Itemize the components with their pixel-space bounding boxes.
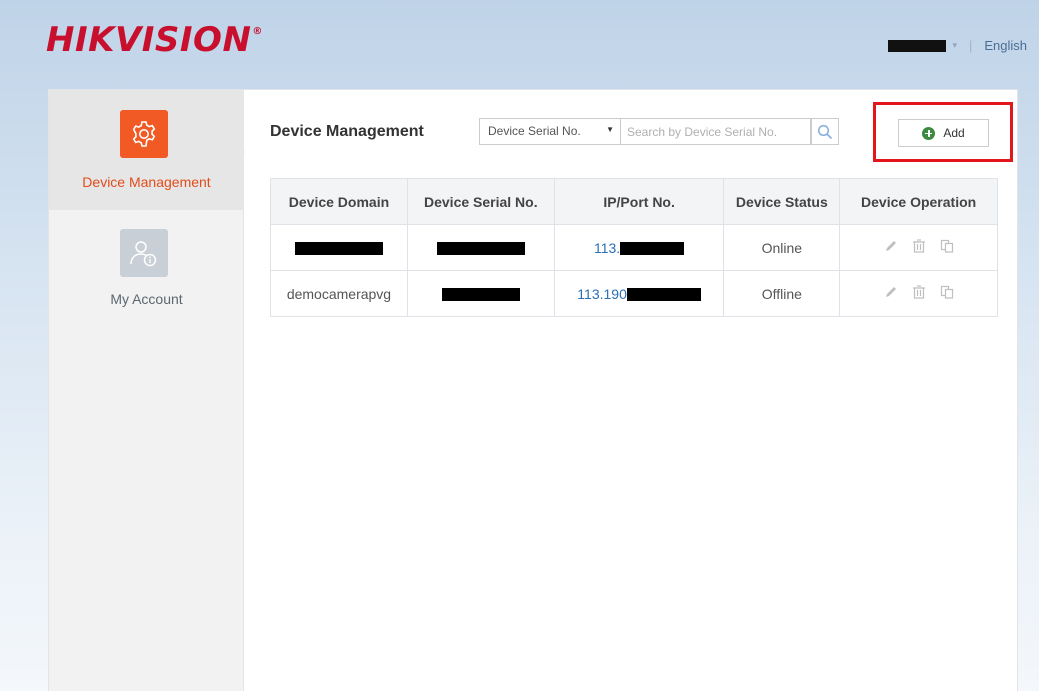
user-menu-caret-icon[interactable]: ▾ bbox=[952, 40, 957, 51]
delete-icon[interactable] bbox=[912, 285, 926, 299]
ip-link[interactable]: 113.190 bbox=[577, 286, 627, 302]
device-status-cell: Online bbox=[723, 224, 841, 271]
ip-port-cell[interactable]: 113. bbox=[553, 224, 725, 271]
column-header: IP/Port No. bbox=[553, 178, 725, 225]
language-switch[interactable]: English bbox=[984, 38, 1027, 53]
copy-icon[interactable] bbox=[940, 285, 954, 299]
divider: | bbox=[968, 38, 973, 53]
device-table: Device Domain Device Serial No. IP/Port … bbox=[270, 178, 998, 317]
column-header: Device Domain bbox=[270, 178, 408, 225]
add-device-button[interactable]: Add bbox=[898, 119, 989, 147]
ip-link[interactable]: 113. bbox=[594, 240, 620, 256]
sidebar-item-my-account[interactable]: My Account bbox=[49, 210, 244, 330]
column-header: Device Serial No. bbox=[406, 178, 555, 225]
add-button-label: Add bbox=[943, 126, 965, 140]
delete-icon[interactable] bbox=[912, 239, 926, 253]
redacted-text bbox=[626, 288, 701, 302]
device-operation-cell bbox=[839, 270, 998, 317]
content-area: Device Management Device Serial No. ▼ Ad… bbox=[270, 90, 1013, 690]
search-icon bbox=[817, 124, 833, 139]
device-serial-cell bbox=[406, 224, 555, 271]
redacted-text bbox=[441, 288, 520, 302]
plus-circle-icon bbox=[922, 126, 936, 140]
device-serial-cell bbox=[406, 270, 555, 317]
column-header: Device Status bbox=[723, 178, 841, 225]
edit-icon[interactable] bbox=[884, 239, 898, 253]
logo-text: HIKVISION bbox=[46, 20, 252, 60]
ip-port-cell[interactable]: 113.190 bbox=[553, 270, 725, 317]
main-panel: Device Management My Account Device Mana… bbox=[48, 89, 1018, 691]
device-domain-cell: democamerapvg bbox=[270, 270, 408, 317]
sidebar: Device Management My Account bbox=[49, 90, 245, 691]
redacted-text bbox=[620, 242, 685, 256]
edit-icon[interactable] bbox=[884, 285, 898, 299]
user-area: ▾ | English bbox=[888, 38, 1027, 53]
account-icon bbox=[120, 229, 168, 277]
filter-select-value: Device Serial No. bbox=[488, 124, 581, 138]
device-operation-cell bbox=[839, 224, 998, 271]
dropdown-arrow-icon: ▼ bbox=[606, 125, 614, 134]
page-title: Device Management bbox=[270, 123, 424, 140]
registered-mark: ® bbox=[252, 26, 263, 37]
search-input[interactable] bbox=[621, 118, 811, 145]
table-row: 113. Online bbox=[270, 224, 998, 271]
table-row: democamerapvg 113.190 Offline bbox=[270, 270, 998, 317]
filter-field-select[interactable]: Device Serial No. ▼ bbox=[479, 118, 621, 145]
active-indicator bbox=[235, 142, 245, 162]
gear-icon bbox=[120, 110, 168, 158]
redacted-text bbox=[294, 242, 383, 256]
device-status-cell: Offline bbox=[723, 270, 841, 317]
sidebar-item-device-management[interactable]: Device Management bbox=[49, 90, 244, 210]
table-header-row: Device Domain Device Serial No. IP/Port … bbox=[270, 178, 998, 225]
top-bar: HIKVISION® ▾ | English bbox=[0, 0, 1039, 88]
redacted-text bbox=[436, 242, 525, 256]
search-button[interactable] bbox=[811, 118, 839, 145]
hikvision-logo: HIKVISION® bbox=[46, 20, 262, 60]
column-header: Device Operation bbox=[839, 178, 998, 225]
user-menu-redacted-name[interactable] bbox=[888, 39, 947, 52]
sidebar-item-label: Device Management bbox=[82, 174, 211, 190]
sidebar-item-label: My Account bbox=[110, 291, 183, 307]
copy-icon[interactable] bbox=[940, 239, 954, 253]
device-domain-cell bbox=[270, 224, 408, 271]
